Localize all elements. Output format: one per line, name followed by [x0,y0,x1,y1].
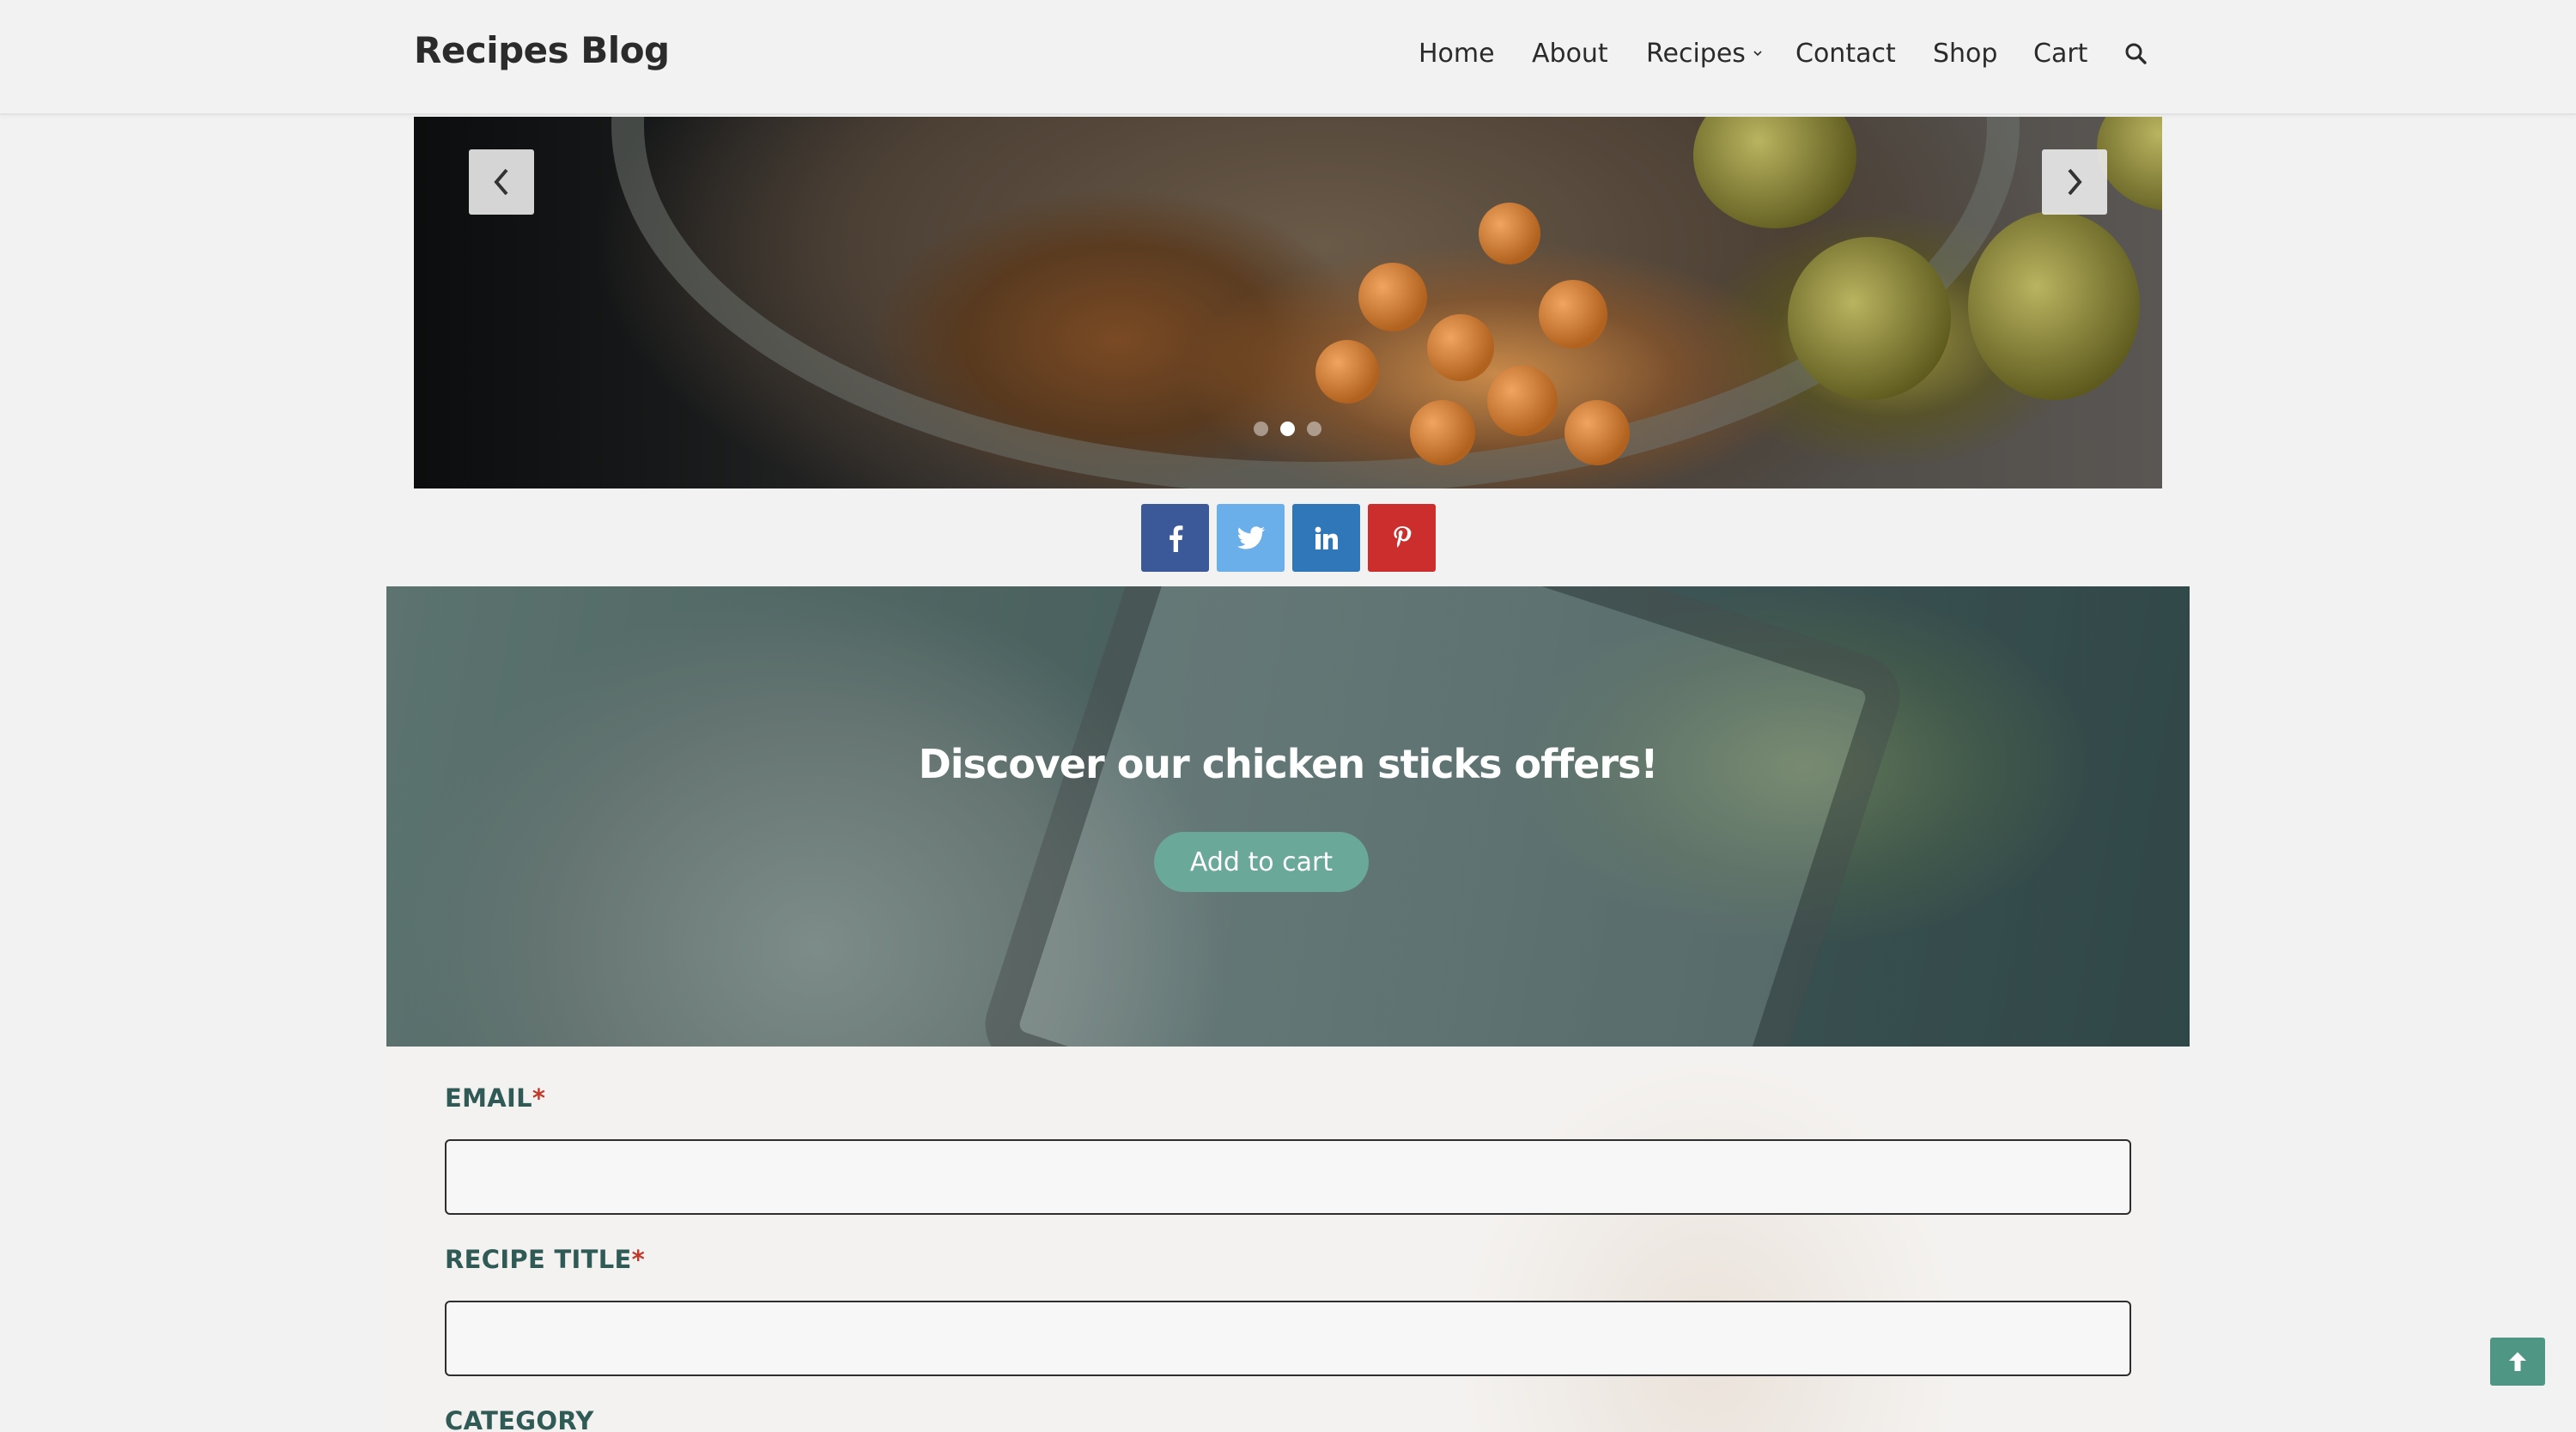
page: Recipes Blog Home About Recipes Contact … [0,0,2576,1432]
nav-recipes[interactable]: Recipes [1646,39,1763,69]
required-marker: * [631,1245,646,1274]
slider-prev-button[interactable] [469,149,534,215]
promo-banner: Discover our chicken sticks offers! Add … [386,586,2190,1047]
site-header: Recipes Blog Home About Recipes Contact … [0,0,2576,115]
category-label: CATEGORY [445,1406,594,1432]
nav-home[interactable]: Home [1419,39,1495,69]
promo-title: Discover our chicken sticks offers! [918,741,1659,787]
chevron-down-icon [1753,51,1762,57]
hero-slider[interactable] [414,117,2162,488]
promo-background-image [974,586,1911,1047]
share-linkedin-button[interactable] [1292,504,1360,572]
nav-recipes-label: Recipes [1646,38,1746,69]
scroll-to-top-button[interactable] [2490,1338,2545,1386]
recipe-title-label: RECIPE TITLE* [445,1245,646,1274]
share-twitter-button[interactable] [1217,504,1285,572]
email-label: EMAIL* [445,1083,546,1113]
slider-dot-2[interactable] [1280,422,1295,436]
slider-dot-1[interactable] [1254,422,1268,436]
email-field[interactable] [445,1139,2131,1215]
facebook-icon [1169,525,1182,552]
main-nav: Home [1419,36,1495,70]
social-share [1141,504,1436,572]
nav-about[interactable]: About [1532,39,1608,69]
required-marker: * [532,1083,546,1113]
site-logo[interactable]: Recipes Blog [414,29,670,71]
linkedin-icon [1315,526,1338,549]
slider-dots [1254,422,1321,436]
slider-dot-3[interactable] [1307,422,1321,436]
slider-next-button[interactable] [2042,149,2107,215]
arrow-up-icon [2509,1352,2526,1371]
twitter-icon [1236,525,1265,549]
chevron-right-icon [2068,168,2082,196]
share-pinterest-button[interactable] [1368,504,1436,572]
nav-contact[interactable]: Contact [1795,39,1896,69]
recipe-title-field[interactable] [445,1301,2131,1376]
search-icon[interactable] [2124,42,2147,64]
share-facebook-button[interactable] [1141,504,1209,572]
nav-cart[interactable]: Cart [2033,39,2087,69]
pinterest-icon [1393,525,1411,548]
chevron-left-icon [494,168,508,196]
nav-shop[interactable]: Shop [1933,39,1997,69]
add-to-cart-button[interactable]: Add to cart [1154,832,1369,892]
